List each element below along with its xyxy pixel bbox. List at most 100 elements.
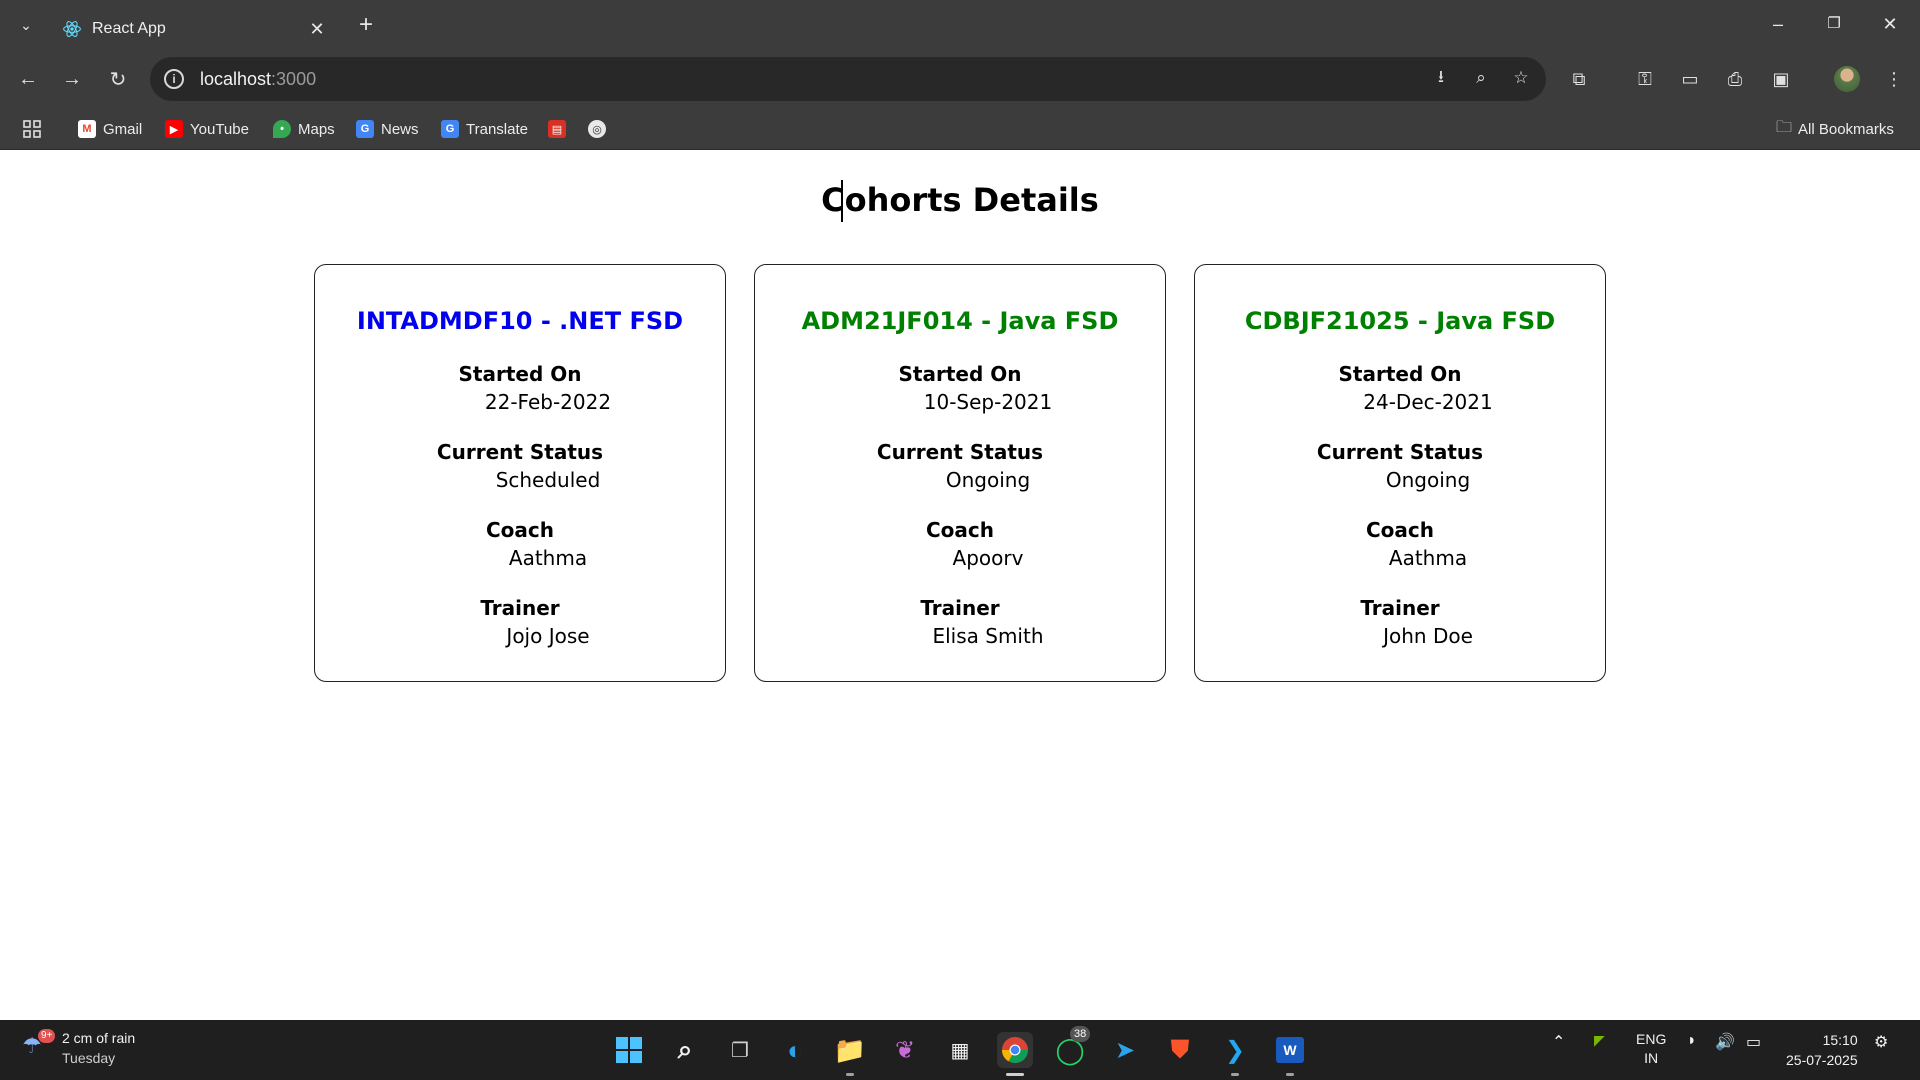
bookmark-store[interactable]: ▤ [548,118,573,140]
brave-icon[interactable]: ⛊ [1162,1032,1198,1068]
field-label: Coach [925,518,994,542]
field-label: Current Status [1316,440,1484,464]
field-label: Started On [1338,362,1462,386]
field-label: Trainer [480,596,560,620]
windows-taskbar: ☂ 9+ 2 cm of rain Tuesday ⌕ ❐ ◐ 📁 ❦ ▦ ◯ … [0,1020,1920,1080]
started-on-value: 24-Dec-2021 [1363,390,1493,414]
back-button[interactable]: ← [13,64,43,94]
reading-mode-icon[interactable]: ▣ [1767,65,1795,93]
coach-value: Apoorv [952,546,1024,570]
youtube-icon: ▶ [165,120,183,138]
started-on-value: 10-Sep-2021 [923,390,1053,414]
field-started-on: Started On 24-Dec-2021 [1195,361,1605,417]
field-started-on: Started On 10-Sep-2021 [755,361,1165,417]
whatsapp-icon[interactable]: ◯ 38 [1052,1026,1091,1068]
field-label: Started On [898,362,1022,386]
reload-button[interactable]: ↻ [103,64,133,94]
bookmark-label: Translate [466,120,528,138]
edge-icon[interactable]: ◐ [777,1032,813,1068]
field-label: Trainer [920,596,1000,620]
page-title: Cohorts Details [821,181,1099,219]
minimize-button[interactable]: – [1758,10,1798,38]
telegram-icon[interactable]: ➤ [1107,1032,1143,1068]
address-bar[interactable]: i localhost:3000 ⭳ ⌕ ☆ [150,57,1546,101]
bookmark-web[interactable]: ◎ [588,118,613,140]
bookmarks-bar: M Gmail ▶ YouTube • Maps G News G Transl… [0,108,1920,150]
bookmark-news[interactable]: G News [356,118,419,140]
trainer-value: Elisa Smith [932,624,1044,648]
forward-button[interactable]: → [57,64,87,94]
nvidia-icon[interactable]: ◤ [1594,1032,1605,1049]
field-coach: Coach Apoorv [755,517,1165,573]
profile-avatar[interactable] [1834,66,1860,92]
started-on-value: 22-Feb-2022 [484,390,612,414]
folder-icon: 🗀 [1776,118,1793,136]
coach-value: Aathma [508,546,588,570]
browser-toolbar: ← → ↻ i localhost:3000 ⭳ ⌕ ☆ ⧉ ⚿ ▭ ⎙ ▣ ⋮ [0,50,1920,108]
chrome-icon[interactable] [997,1032,1033,1076]
react-icon [63,21,81,37]
notifications-icon[interactable]: ⚙ [1874,1032,1888,1052]
url-port: :3000 [271,68,317,89]
clock[interactable]: 15:10 25-07-2025 [1786,1030,1858,1070]
language-indicator[interactable]: ENG IN [1636,1030,1666,1068]
weather-widget[interactable]: ☂ 9+ 2 cm of rain Tuesday [22,1028,135,1068]
field-label: Coach [485,518,554,542]
globe-icon: ◎ [588,120,606,138]
bookmark-label: YouTube [190,120,249,138]
field-label: Current Status [876,440,1044,464]
bookmark-label: Maps [298,120,335,138]
weather-main: 2 cm of rain [62,1030,136,1046]
file-explorer-icon[interactable]: 📁 [832,1032,868,1076]
status-value: Ongoing [1385,468,1471,492]
wifi-icon[interactable]: ◗ [1687,1032,1697,1050]
store-icon: ▤ [548,120,566,138]
password-key-icon[interactable]: ⚿ [1631,65,1659,93]
status-value: Ongoing [945,468,1031,492]
install-app-icon[interactable]: ⭳ [1430,67,1452,89]
tab-title: React App [92,20,166,37]
coach-value: Aathma [1388,546,1468,570]
word-icon[interactable]: W [1272,1032,1308,1076]
field-started-on: Started On 22-Feb-2022 [315,361,725,417]
all-bookmarks-label: All Bookmarks [1798,120,1894,138]
restore-button[interactable]: ❐ [1814,10,1854,38]
trainer-value: Jojo Jose [506,624,590,648]
store-app-icon[interactable]: ▦ [942,1032,978,1068]
apps-grid-icon[interactable] [22,118,42,140]
new-tab-button[interactable]: + [352,11,380,39]
vscode-icon[interactable]: ❯ [1217,1032,1253,1076]
print-icon[interactable]: ⎙ [1721,65,1749,93]
close-window-button[interactable]: ✕ [1870,10,1910,38]
battery-icon[interactable]: ▭ [1746,1032,1761,1052]
zoom-icon[interactable]: ⌕ [1470,67,1492,89]
copilot-icon[interactable]: ❦ [887,1032,923,1068]
tab-react-app[interactable]: React App ✕ [50,8,340,50]
task-view-icon[interactable]: ❐ [722,1032,758,1068]
field-current-status: Current Status Ongoing [1195,439,1605,495]
extensions-icon[interactable]: ⧉ [1565,65,1593,93]
field-label: Coach [1365,518,1434,542]
tray-overflow-icon[interactable]: ⌃ [1552,1032,1565,1052]
clock-date: 25-07-2025 [1786,1052,1858,1068]
menu-kebab-icon[interactable]: ⋮ [1880,65,1908,93]
field-current-status: Current Status Ongoing [755,439,1165,495]
page-content: Cohorts Details INTADMDF10 - .NET FSD Sta… [0,151,1920,1020]
cohort-title: ADM21JF014 - Java FSD [801,307,1119,335]
site-info-icon[interactable]: i [164,69,184,89]
start-windows-icon[interactable] [611,1032,647,1068]
bookmark-youtube[interactable]: ▶ YouTube [165,118,249,140]
bookmark-maps[interactable]: • Maps [273,118,335,140]
payment-card-icon[interactable]: ▭ [1676,65,1704,93]
tab-close-icon[interactable]: ✕ [306,19,328,40]
bookmark-gmail[interactable]: M Gmail [78,118,142,140]
volume-icon[interactable]: 🔊 [1715,1032,1735,1052]
bookmark-star-icon[interactable]: ☆ [1510,67,1532,89]
bookmark-translate[interactable]: G Translate [441,118,528,140]
tab-strip: ⌄ React App ✕ + – ❐ ✕ [0,0,1920,50]
tab-search-chevron-icon[interactable]: ⌄ [12,12,40,38]
search-icon[interactable]: ⌕ [667,1032,703,1068]
bookmark-label: Gmail [103,120,143,138]
url-host: localhost [200,68,272,89]
all-bookmarks-button[interactable]: 🗀 All Bookmarks [1776,118,1894,140]
